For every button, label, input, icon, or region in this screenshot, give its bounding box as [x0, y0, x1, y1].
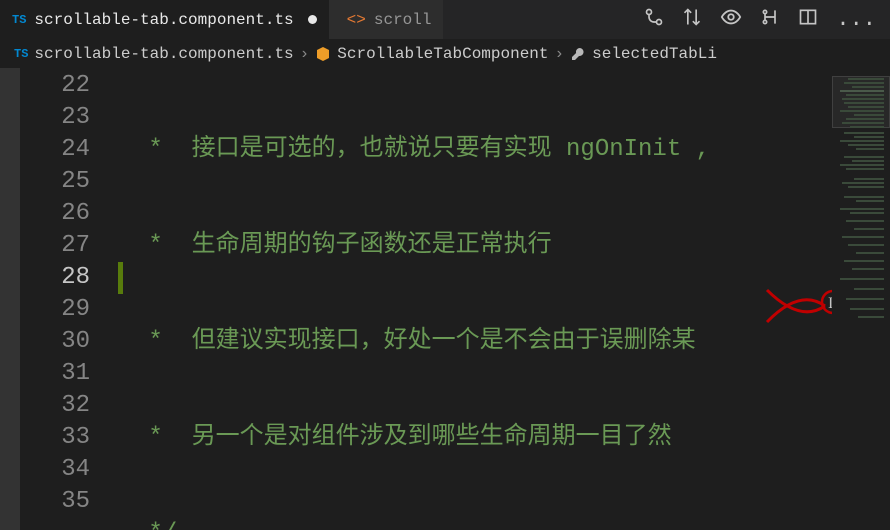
line-number: 27	[20, 230, 90, 262]
property-icon	[570, 46, 586, 62]
class-icon	[315, 46, 331, 62]
timeline-icon[interactable]	[760, 7, 780, 32]
line-number: 25	[20, 166, 90, 198]
source-control-icon[interactable]	[644, 7, 664, 32]
breadcrumb-class[interactable]: ScrollableTabComponent	[337, 45, 548, 63]
typescript-icon: TS	[14, 47, 28, 61]
line-number: 31	[20, 358, 90, 390]
code-comment: * 另一个是对组件涉及到哪些生命周期一目了然	[134, 422, 672, 454]
typescript-icon: TS	[12, 13, 26, 27]
line-number: 23	[20, 102, 90, 134]
line-number: 35	[20, 486, 90, 518]
editor-tab-bar: TS scrollable-tab.component.ts <> scroll…	[0, 0, 890, 40]
line-number: 22	[20, 70, 90, 102]
dirty-indicator-icon	[308, 15, 317, 24]
tab-filename: scrollable-tab.component.ts	[34, 11, 293, 29]
line-number: 24	[20, 134, 90, 166]
line-number: 26	[20, 198, 90, 230]
line-number: 32	[20, 390, 90, 422]
editor-title-actions: ...	[644, 6, 890, 33]
split-editor-icon[interactable]	[798, 7, 818, 32]
code-comment: */	[134, 518, 177, 530]
breadcrumb: TS scrollable-tab.component.ts › Scrolla…	[0, 40, 890, 68]
minimap[interactable]	[832, 68, 890, 530]
chevron-right-icon: ›	[555, 45, 565, 63]
line-number-current: 28	[20, 262, 90, 294]
code-editor[interactable]: 22 23 24 25 26 27 28 29 30 31 32 33 34 3…	[20, 68, 890, 530]
editor-tab-secondary[interactable]: <> scroll	[329, 0, 444, 39]
code-comment: * 接口是可选的，也就说只要有实现 ngOnInit ,	[134, 134, 710, 166]
code-comment: * 但建议实现接口，好处一个是不会由于误删除某	[134, 326, 696, 358]
chevron-right-icon: ›	[300, 45, 310, 63]
line-number: 29	[20, 294, 90, 326]
code-icon: <>	[347, 11, 366, 29]
activity-bar-stub	[0, 68, 20, 530]
tab-secondary-label: scroll	[374, 11, 432, 29]
editor-tab-active[interactable]: TS scrollable-tab.component.ts	[0, 0, 329, 39]
breadcrumb-file[interactable]: scrollable-tab.component.ts	[34, 45, 293, 63]
line-number: 33	[20, 422, 90, 454]
breadcrumb-member[interactable]: selectedTabLi	[592, 45, 717, 63]
line-number-gutter: 22 23 24 25 26 27 28 29 30 31 32 33 34 3…	[20, 68, 110, 530]
code-comment: * 生命周期的钩子函数还是正常执行	[134, 230, 552, 262]
code-area[interactable]: * 接口是可选的，也就说只要有实现 ngOnInit , * 生命周期的钩子函数…	[110, 68, 890, 530]
compare-icon[interactable]	[682, 7, 702, 32]
eye-icon[interactable]	[720, 6, 742, 33]
line-number: 34	[20, 454, 90, 486]
more-actions-icon[interactable]: ...	[836, 9, 876, 31]
line-number: 30	[20, 326, 90, 358]
